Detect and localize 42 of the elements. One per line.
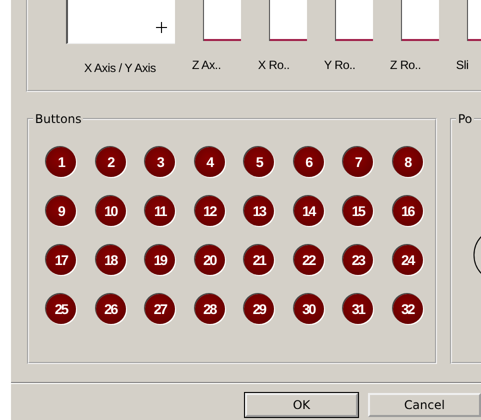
group-title: Buttons: [34, 112, 82, 126]
button-indicator: 21: [244, 245, 274, 275]
button-indicator: 24: [392, 245, 422, 275]
button-indicator: 1: [46, 147, 76, 177]
button-indicator: 19: [145, 245, 175, 275]
button-indicator: 10: [96, 196, 126, 226]
button-indicator: 13: [244, 196, 274, 226]
button-indicator: 11: [145, 196, 175, 226]
button-indicator: 22: [294, 245, 324, 275]
cancel-button[interactable]: Cancel: [368, 393, 481, 417]
axis-label: Z Ax..: [192, 58, 221, 72]
button-indicator: 28: [194, 294, 224, 324]
button-indicator: 17: [46, 245, 76, 275]
button-indicator: 3: [145, 147, 175, 177]
button-indicator: 27: [145, 294, 175, 324]
group-title: Po: [457, 112, 474, 126]
ok-button[interactable]: OK: [245, 393, 358, 417]
button-indicator: 14: [294, 196, 324, 226]
button-indicator: 31: [343, 294, 373, 324]
axis-label: X Ro..: [258, 58, 290, 72]
button-indicator: 5: [244, 147, 274, 177]
button-indicator: 20: [194, 245, 224, 275]
axis-label: X Axis / Y Axis: [84, 61, 156, 75]
button-indicator: 32: [392, 294, 422, 324]
axis-label: Y Ro..: [324, 58, 356, 72]
button-indicator: 8: [392, 147, 422, 177]
button-indicator: 18: [96, 245, 126, 275]
button-indicator: 9: [46, 196, 76, 226]
button-indicator: 7: [343, 147, 373, 177]
button-indicator: 25: [46, 294, 76, 324]
button-indicator: 30: [294, 294, 324, 324]
button-indicator: 15: [343, 196, 373, 226]
button-indicator: 6: [294, 147, 324, 177]
button-indicator: 23: [343, 245, 373, 275]
button-indicator: 12: [194, 196, 224, 226]
button-indicator: 4: [194, 147, 224, 177]
axis-label: Sli: [456, 58, 468, 72]
button-indicator: 26: [96, 294, 126, 324]
button-indicator: 2: [96, 147, 126, 177]
axis-label: Z Ro..: [390, 58, 421, 72]
button-indicator: 16: [392, 196, 422, 226]
button-indicator: 29: [244, 294, 274, 324]
